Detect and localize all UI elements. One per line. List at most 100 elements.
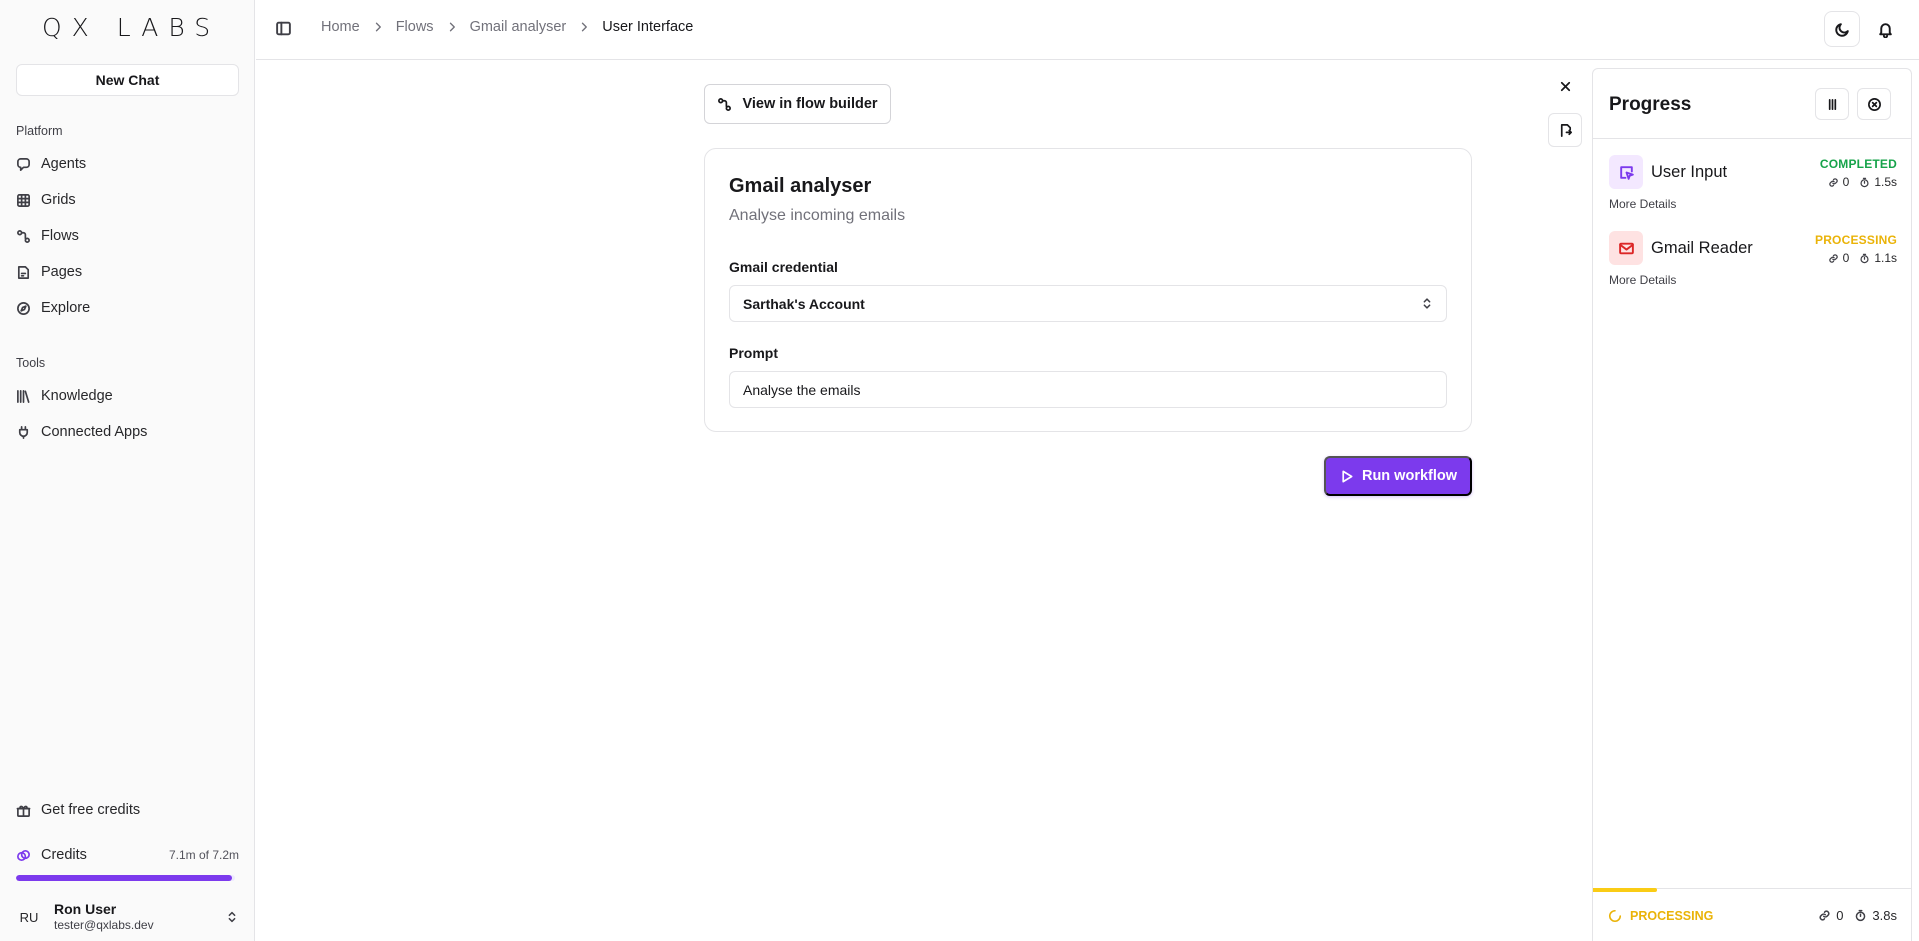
breadcrumb-home[interactable]: Home bbox=[321, 19, 360, 35]
step-links: 0 bbox=[1842, 251, 1850, 265]
chevron-right-icon bbox=[375, 22, 381, 32]
step-meta: 0 1.5s bbox=[1828, 175, 1897, 189]
overall-progress-fill bbox=[1593, 888, 1657, 892]
progress-step-gmail-reader: Gmail Reader PROCESSING 0 1.1s More Deta… bbox=[1609, 231, 1897, 293]
close-icon bbox=[1560, 81, 1570, 91]
sidebar-item-knowledge[interactable]: Knowledge bbox=[16, 381, 239, 411]
timer-icon bbox=[1856, 909, 1866, 922]
step-status: PROCESSING bbox=[1814, 233, 1897, 247]
credits-icon bbox=[17, 849, 30, 861]
run-workflow-label: Run workflow bbox=[1361, 468, 1458, 484]
theme-toggle-button[interactable] bbox=[1824, 11, 1860, 47]
footer-time: 3.8s bbox=[1872, 908, 1897, 923]
gmail-credential-label: Gmail credential bbox=[729, 259, 838, 275]
breadcrumb: Home Flows Gmail analyser User Interface bbox=[321, 19, 693, 35]
form-subtitle: Analyse incoming emails bbox=[729, 207, 906, 224]
divider bbox=[1593, 138, 1911, 139]
platform-section-label: Platform bbox=[16, 124, 63, 138]
pause-button[interactable] bbox=[1815, 88, 1849, 120]
sidebar-item-grids[interactable]: Grids bbox=[16, 185, 239, 215]
agents-icon bbox=[17, 157, 30, 171]
step-name: User Input bbox=[1651, 163, 1728, 181]
footer-meta: 0 3.8s bbox=[1818, 908, 1897, 923]
qx-labs-logo[interactable]: QX LABS bbox=[42, 12, 221, 42]
sidebar: QX LABS New Chat Platform Agents Grids F… bbox=[0, 0, 255, 941]
timer-icon bbox=[1860, 253, 1869, 263]
timer-icon bbox=[1860, 177, 1869, 187]
get-free-credits-link[interactable]: Get free credits bbox=[16, 795, 239, 825]
new-chat-button[interactable]: New Chat bbox=[16, 64, 239, 96]
gmail-credential-value: Sarthak's Account bbox=[743, 295, 865, 312]
sidebar-item-label: Grids bbox=[41, 192, 76, 208]
more-details-link[interactable]: More Details bbox=[1609, 197, 1676, 211]
view-in-flow-builder-button[interactable]: View in flow builder bbox=[704, 84, 891, 124]
gmail-credential-select[interactable]: Sarthak's Account bbox=[729, 285, 1447, 322]
footer-links: 0 bbox=[1836, 908, 1844, 923]
more-details-link[interactable]: More Details bbox=[1609, 273, 1676, 287]
credits-progress-bar bbox=[16, 875, 235, 881]
chevrons-up-down-icon bbox=[228, 911, 236, 923]
user-input-icon bbox=[1609, 155, 1643, 189]
sidebar-item-flows[interactable]: Flows bbox=[16, 221, 239, 251]
grid-icon bbox=[17, 193, 30, 207]
spinner-icon bbox=[1609, 909, 1622, 922]
export-log-button[interactable] bbox=[1548, 113, 1582, 147]
link-icon bbox=[1828, 177, 1838, 187]
sidebar-item-label: Connected Apps bbox=[41, 424, 148, 440]
link-icon bbox=[1828, 253, 1838, 263]
footer-status: PROCESSING bbox=[1608, 909, 1713, 923]
sidebar-item-connected-apps[interactable]: Connected Apps bbox=[16, 417, 239, 447]
file-export-icon bbox=[1560, 123, 1572, 137]
step-links: 0 bbox=[1842, 175, 1850, 189]
step-meta: 0 1.1s bbox=[1828, 251, 1897, 265]
link-icon bbox=[1819, 910, 1830, 921]
user-name: Ron User bbox=[54, 901, 117, 918]
progress-panel: Progress User Input COMPLETED 0 1.5s Mor… bbox=[1592, 68, 1912, 941]
user-menu[interactable]: RU Ron User tester@qxlabs.dev bbox=[12, 898, 243, 936]
chevron-right-icon bbox=[582, 22, 588, 32]
prompt-label: Prompt bbox=[729, 345, 778, 361]
flows-icon bbox=[17, 229, 30, 243]
sidebar-item-pages[interactable]: Pages bbox=[16, 257, 239, 287]
sidebar-toggle-icon[interactable] bbox=[275, 20, 292, 37]
credits-value: 7.1m of 7.2m bbox=[168, 848, 239, 862]
compass-icon bbox=[17, 301, 30, 315]
pages-icon bbox=[17, 265, 30, 279]
cancel-run-button[interactable] bbox=[1857, 88, 1891, 120]
sidebar-item-label: Knowledge bbox=[41, 388, 113, 404]
form-title: Gmail analyser bbox=[729, 175, 872, 197]
tools-section-label: Tools bbox=[16, 356, 46, 370]
play-icon bbox=[1342, 470, 1353, 482]
moon-icon bbox=[1834, 22, 1849, 37]
logo-text: QX LABS bbox=[42, 12, 221, 42]
step-status: COMPLETED bbox=[1819, 157, 1897, 171]
view-in-flow-builder-label: View in flow builder bbox=[742, 96, 878, 112]
sidebar-item-label: Flows bbox=[41, 228, 79, 244]
library-icon bbox=[17, 389, 30, 403]
close-panel-button[interactable] bbox=[1548, 69, 1582, 103]
circle-x-icon bbox=[1867, 97, 1881, 111]
progress-footer: PROCESSING 0 3.8s bbox=[1593, 888, 1911, 941]
notifications-button[interactable] bbox=[1867, 11, 1903, 47]
mail-icon bbox=[1609, 231, 1643, 265]
run-workflow-button[interactable]: Run workflow bbox=[1324, 456, 1472, 496]
sidebar-item-label: Explore bbox=[41, 300, 91, 316]
footer-status-label: PROCESSING bbox=[1630, 909, 1714, 923]
bell-icon bbox=[1878, 22, 1892, 38]
flows-icon bbox=[718, 97, 732, 111]
sidebar-item-label: Pages bbox=[41, 264, 83, 280]
avatar: RU bbox=[19, 909, 39, 925]
plug-icon bbox=[18, 425, 29, 439]
chevron-right-icon bbox=[449, 22, 455, 32]
credits-label: Credits bbox=[41, 847, 87, 863]
sidebar-item-explore[interactable]: Explore bbox=[16, 293, 239, 323]
breadcrumb-current: User Interface bbox=[602, 19, 694, 35]
breadcrumb-gmail-analyser[interactable]: Gmail analyser bbox=[470, 19, 567, 35]
sidebar-item-agents[interactable]: Agents bbox=[16, 149, 239, 179]
credits-progress-fill bbox=[16, 875, 232, 881]
step-time: 1.5s bbox=[1874, 175, 1897, 189]
gift-icon bbox=[16, 805, 31, 817]
prompt-input[interactable] bbox=[729, 371, 1447, 408]
breadcrumb-flows[interactable]: Flows bbox=[396, 19, 434, 35]
top-header: Home Flows Gmail analyser User Interface bbox=[256, 0, 1919, 60]
